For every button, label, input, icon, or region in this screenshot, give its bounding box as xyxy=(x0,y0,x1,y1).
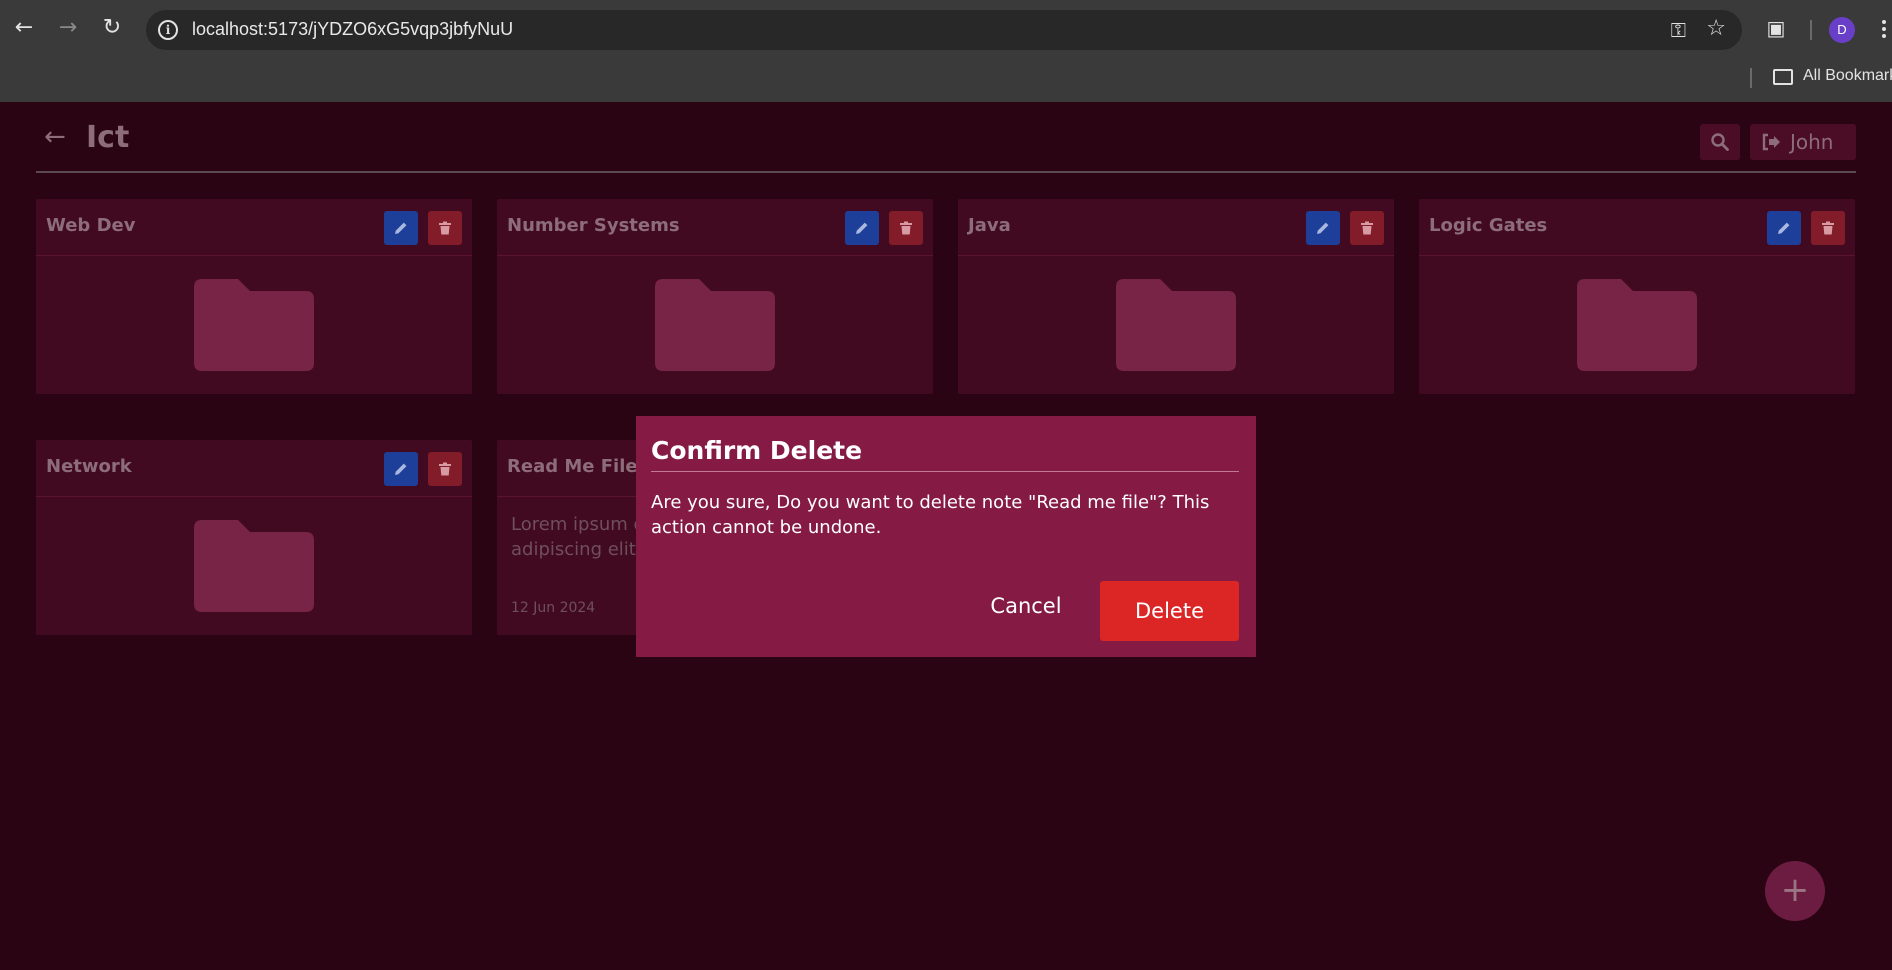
pencil-icon xyxy=(1317,222,1329,234)
delete-button[interactable] xyxy=(1350,211,1384,245)
all-bookmarks-link[interactable]: All Bookmarks xyxy=(1803,67,1892,85)
card-header: Java xyxy=(958,199,1394,256)
app-header: ← Ict John xyxy=(36,102,1856,173)
confirm-delete-button[interactable]: Delete xyxy=(1100,581,1239,641)
delete-button[interactable] xyxy=(889,211,923,245)
folder-title: Network xyxy=(46,456,132,477)
password-key-icon[interactable]: ⚿ xyxy=(1671,18,1686,42)
url-text[interactable]: localhost:5173/jYDZO6xG5vqp3jbfyNuU xyxy=(192,19,513,40)
folder-card[interactable]: Logic Gates xyxy=(1419,199,1855,394)
folder-title: Number Systems xyxy=(507,215,680,236)
toolbar-divider xyxy=(1810,20,1812,40)
edit-button[interactable] xyxy=(1306,211,1340,245)
pencil-icon xyxy=(1778,222,1790,234)
folder-title: Web Dev xyxy=(46,215,136,236)
logout-button[interactable]: John xyxy=(1750,124,1856,160)
site-info-icon[interactable]: i xyxy=(158,20,178,40)
dialog-divider xyxy=(651,471,1239,472)
card-header: Number Systems xyxy=(497,199,933,256)
confirm-delete-dialog: Confirm Delete Are you sure, Do you want… xyxy=(636,416,1256,657)
folder-icon[interactable] xyxy=(1773,69,1793,85)
folder-icon xyxy=(194,520,314,612)
trash-icon xyxy=(900,221,912,235)
folder-icon xyxy=(1577,279,1697,371)
extensions-icon[interactable]: ▣ xyxy=(1762,14,1790,42)
page-title: Ict xyxy=(86,120,130,155)
dialog-title: Confirm Delete xyxy=(651,436,863,465)
logout-icon xyxy=(1762,133,1780,151)
edit-button[interactable] xyxy=(845,211,879,245)
bookmarks-divider xyxy=(1750,68,1752,88)
card-header: Logic Gates xyxy=(1419,199,1855,256)
folder-title: Logic Gates xyxy=(1429,215,1548,236)
reload-icon[interactable]: ↻ xyxy=(98,14,126,42)
cancel-button[interactable]: Cancel xyxy=(976,581,1076,631)
folder-icon xyxy=(655,279,775,371)
search-button[interactable] xyxy=(1700,124,1740,160)
bookmark-star-icon[interactable]: ☆ xyxy=(1706,16,1726,41)
edit-button[interactable] xyxy=(1767,211,1801,245)
trash-icon xyxy=(1822,221,1834,235)
address-bar[interactable]: i localhost:5173/jYDZO6xG5vqp3jbfyNuU ⚿ … xyxy=(146,10,1742,50)
folder-icon xyxy=(194,279,314,371)
trash-icon xyxy=(439,462,451,476)
pencil-icon xyxy=(395,222,407,234)
search-icon xyxy=(1711,133,1729,151)
trash-icon xyxy=(439,221,451,235)
folder-title: Java xyxy=(968,215,1011,236)
folder-card[interactable]: Java xyxy=(958,199,1394,394)
bookmarks-bar: All Bookmarks xyxy=(0,60,1892,102)
card-header: Web Dev xyxy=(36,199,472,256)
browser-toolbar: ← → ↻ i localhost:5173/jYDZO6xG5vqp3jbfy… xyxy=(0,0,1892,60)
menu-kebab-icon[interactable] xyxy=(1882,20,1886,40)
pencil-icon xyxy=(395,463,407,475)
back-icon[interactable]: ← xyxy=(10,14,38,42)
folder-card[interactable]: Number Systems xyxy=(497,199,933,394)
edit-button[interactable] xyxy=(384,452,418,486)
delete-button[interactable] xyxy=(1811,211,1845,245)
delete-button[interactable] xyxy=(428,452,462,486)
delete-button[interactable] xyxy=(428,211,462,245)
card-header: Network xyxy=(36,440,472,497)
note-date: 12 Jun 2024 xyxy=(511,600,596,616)
note-title: Read Me File xyxy=(507,456,638,477)
folder-card[interactable]: Web Dev xyxy=(36,199,472,394)
edit-button[interactable] xyxy=(384,211,418,245)
forward-icon[interactable]: → xyxy=(54,14,82,42)
user-name: John xyxy=(1790,130,1834,154)
back-arrow-icon[interactable]: ← xyxy=(44,124,66,150)
dialog-message: Are you sure, Do you want to delete note… xyxy=(651,492,1210,538)
folder-icon xyxy=(1116,279,1236,371)
profile-avatar[interactable]: D xyxy=(1829,17,1855,43)
trash-icon xyxy=(1361,221,1373,235)
folder-card[interactable]: Network xyxy=(36,440,472,635)
add-button[interactable]: + xyxy=(1765,861,1825,921)
pencil-icon xyxy=(856,222,868,234)
